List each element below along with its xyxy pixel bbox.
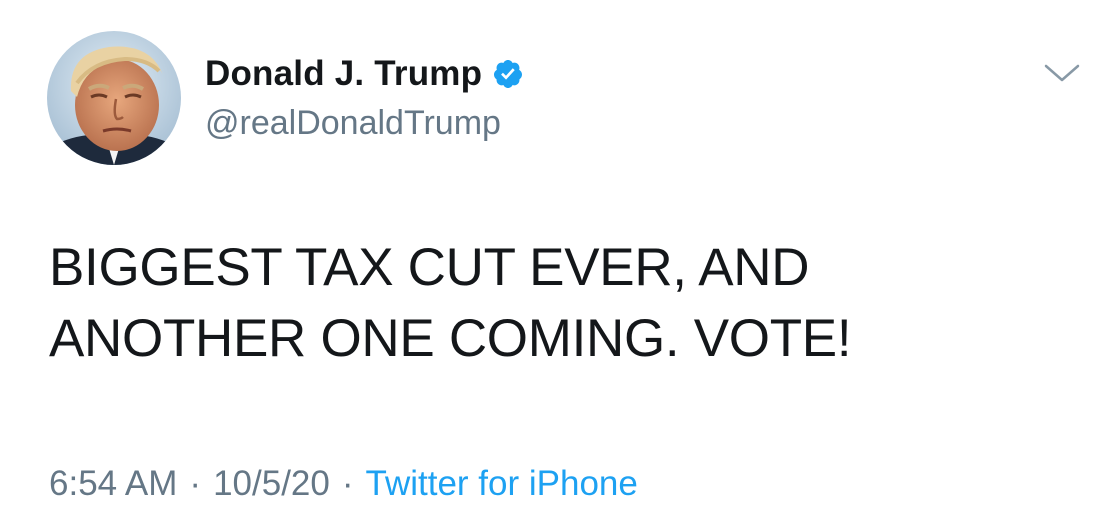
tweet-metadata: 6:54 AM · 10/5/20 · Twitter for iPhone xyxy=(49,462,638,506)
author-handle[interactable]: @realDonaldTrump xyxy=(205,103,501,143)
avatar[interactable] xyxy=(47,31,181,165)
tweet-text-line: BIGGEST TAX CUT EVER, AND xyxy=(49,238,810,297)
author-name-row: Donald J. Trump xyxy=(205,54,524,94)
tweet-card: Donald J. Trump @realDonaldTrump BIGGEST… xyxy=(0,0,1103,525)
author-display-name[interactable]: Donald J. Trump xyxy=(205,54,482,94)
tweet-date[interactable]: 10/5/20 xyxy=(213,462,330,506)
chevron-down-icon[interactable] xyxy=(1042,58,1082,88)
avatar-photo xyxy=(47,31,181,165)
tweet-time[interactable]: 6:54 AM xyxy=(49,462,177,506)
meta-separator: · xyxy=(189,464,202,503)
verified-badge-icon xyxy=(492,58,524,90)
meta-separator: · xyxy=(341,464,354,503)
tweet-text-line: ANOTHER ONE COMING. VOTE! xyxy=(49,309,852,368)
tweet-text: BIGGEST TAX CUT EVER, AND ANOTHER ONE CO… xyxy=(49,232,1049,374)
tweet-source-link[interactable]: Twitter for iPhone xyxy=(366,462,638,506)
